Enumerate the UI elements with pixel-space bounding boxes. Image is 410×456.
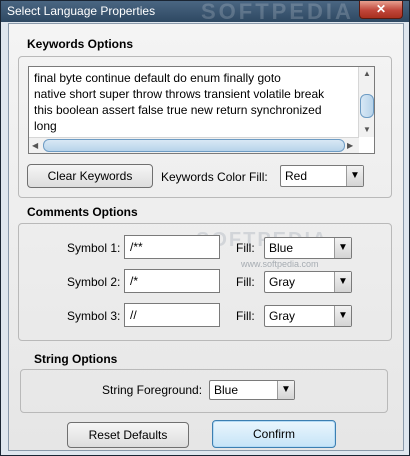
window-title: Select Language Properties bbox=[7, 4, 156, 18]
symbol-2-value[interactable]: /* bbox=[130, 274, 138, 288]
confirm-label: Confirm bbox=[252, 427, 295, 441]
string-foreground-select[interactable]: Blue ▼ bbox=[209, 380, 295, 400]
fill-3-label: Fill: bbox=[236, 309, 255, 323]
fill-1-select[interactable]: Blue ▼ bbox=[264, 237, 352, 259]
comments-watermark-url: www.softpedia.com bbox=[241, 259, 319, 269]
symbol-2-field[interactable]: /* bbox=[124, 269, 220, 293]
reset-defaults-label: Reset Defaults bbox=[88, 428, 168, 442]
fill-3-select[interactable]: Gray ▼ bbox=[264, 305, 352, 327]
keywords-heading: Keywords Options bbox=[27, 37, 134, 51]
horizontal-scrollbar[interactable]: ◀ ▶ bbox=[29, 137, 359, 153]
string-group bbox=[20, 369, 388, 413]
dropdown-button[interactable]: ▼ bbox=[346, 166, 363, 186]
chevron-down-icon: ▼ bbox=[281, 384, 291, 395]
fill-2-select[interactable]: Gray ▼ bbox=[264, 271, 352, 293]
dropdown-button[interactable]: ▼ bbox=[334, 272, 351, 292]
string-foreground-value: Blue bbox=[214, 383, 239, 397]
scroll-left-icon[interactable]: ◀ bbox=[32, 141, 38, 150]
chevron-down-icon: ▼ bbox=[338, 310, 348, 321]
string-heading: String Options bbox=[34, 352, 118, 366]
symbol-2-label: Symbol 2: bbox=[67, 275, 121, 289]
scroll-down-icon[interactable]: ▼ bbox=[363, 125, 371, 134]
string-foreground-label: String Foreground: bbox=[102, 383, 203, 397]
fill-2-label: Fill: bbox=[236, 275, 255, 289]
close-button[interactable]: ✕ bbox=[359, 1, 403, 19]
symbol-1-value[interactable]: /** bbox=[130, 240, 143, 254]
vertical-scroll-thumb[interactable] bbox=[360, 94, 374, 118]
symbol-3-field[interactable]: // bbox=[124, 303, 220, 327]
title-watermark: SOFTPEDIA bbox=[201, 0, 354, 24]
symbol-1-field[interactable]: /** bbox=[124, 235, 220, 259]
keywords-color-value: Red bbox=[285, 169, 308, 183]
chevron-down-icon: ▼ bbox=[350, 170, 360, 181]
close-icon: ✕ bbox=[375, 2, 387, 16]
vertical-scrollbar[interactable]: ▲ ▼ bbox=[358, 67, 374, 137]
keywords-textarea[interactable]: final byte continue default do enum fina… bbox=[28, 66, 375, 154]
comments-heading: Comments Options bbox=[27, 205, 138, 219]
dialog-window: Select Language Properties SOFTPEDIA ✕ K… bbox=[0, 0, 410, 456]
clear-keywords-label: Clear Keywords bbox=[47, 169, 133, 183]
dropdown-button[interactable]: ▼ bbox=[334, 306, 351, 326]
reset-defaults-button[interactable]: Reset Defaults bbox=[67, 422, 189, 448]
chevron-down-icon: ▼ bbox=[338, 242, 348, 253]
dropdown-button[interactable]: ▼ bbox=[277, 381, 294, 399]
dropdown-button[interactable]: ▼ bbox=[334, 238, 351, 258]
fill-1-label: Fill: bbox=[236, 241, 255, 255]
title-bar[interactable]: Select Language Properties SOFTPEDIA ✕ bbox=[1, 0, 409, 24]
fill-3-value: Gray bbox=[269, 309, 296, 323]
symbol-3-value[interactable]: // bbox=[130, 308, 137, 322]
scroll-right-icon[interactable]: ▶ bbox=[347, 141, 353, 150]
chevron-down-icon: ▼ bbox=[338, 276, 348, 287]
horizontal-scroll-thumb[interactable] bbox=[43, 139, 345, 152]
fill-2-value: Gray bbox=[269, 275, 296, 289]
clear-keywords-button[interactable]: Clear Keywords bbox=[27, 164, 153, 188]
scroll-up-icon[interactable]: ▲ bbox=[363, 69, 371, 78]
confirm-button[interactable]: Confirm bbox=[212, 420, 336, 448]
symbol-1-label: Symbol 1: bbox=[67, 241, 121, 255]
keywords-color-fill-label: Keywords Color Fill: bbox=[161, 170, 268, 184]
symbol-3-label: Symbol 3: bbox=[67, 309, 121, 323]
keywords-text[interactable]: final byte continue default do enum fina… bbox=[34, 70, 354, 134]
fill-1-value: Blue bbox=[269, 241, 294, 255]
keywords-color-select[interactable]: Red ▼ bbox=[280, 165, 364, 187]
